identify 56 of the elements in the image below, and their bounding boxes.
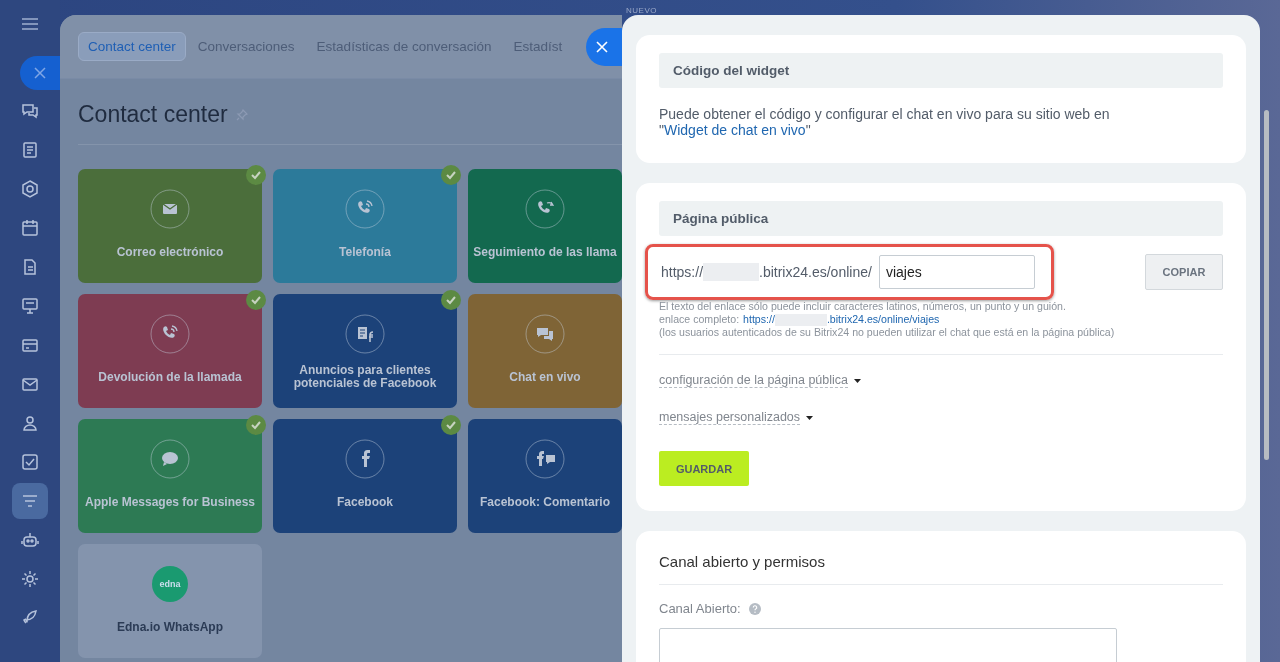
dropdown-toggle[interactable]: configuración de la página pública xyxy=(659,373,862,389)
chat-icon xyxy=(21,102,39,120)
note-text: (los usuarios autenticados de su Bitrix24 no pueden utilizar el chat que está en la página pública) xyxy=(659,326,1115,340)
channel-tile[interactable]: Chat en vivo xyxy=(468,294,622,408)
caret-icon xyxy=(806,415,814,420)
robot-icon xyxy=(21,531,39,549)
board-icon xyxy=(21,297,39,315)
section-header: Código del widget xyxy=(659,53,1223,88)
widget-description: Puede obtener el código y configurar el chat en vivo para su sitio web en "Widget de chat en vivo" xyxy=(659,106,1111,138)
document-f-icon xyxy=(345,314,385,354)
chat-bubbles-icon xyxy=(525,314,565,354)
help-icon[interactable] xyxy=(748,602,761,615)
phone-arrows-icon xyxy=(525,189,565,229)
channel-tile[interactable]: edna Edna.io WhatsApp xyxy=(78,544,262,658)
envelope-icon xyxy=(150,189,190,229)
page-icon xyxy=(21,258,39,276)
filter-icon xyxy=(21,492,39,510)
edna-logo: edna xyxy=(152,566,188,602)
section-header: Página pública xyxy=(659,201,1223,236)
hint-text: El texto del enlace sólo puede incluir caracteres latinos, números, un punto y un guión. xyxy=(659,300,1066,313)
facebook-comment-icon xyxy=(525,439,565,479)
channel-tile[interactable]: Seguimiento de las llama xyxy=(468,169,622,283)
settings-icon xyxy=(21,570,39,588)
full-link-label: enlace completo: xyxy=(659,313,740,327)
people-icon xyxy=(21,414,39,432)
url-prefix: https:// xyxy=(661,264,704,280)
caret-icon xyxy=(854,378,862,383)
phone-icon xyxy=(150,314,190,354)
widget-link[interactable]: Widget de chat en vivo xyxy=(664,122,806,138)
card-icon xyxy=(21,336,39,354)
tab[interactable]: Contact center xyxy=(78,32,186,61)
document-icon xyxy=(21,141,39,159)
scrollbar[interactable] xyxy=(1264,110,1269,460)
channel-tile[interactable]: Facebook: Comentario xyxy=(468,419,622,533)
checkbox-icon xyxy=(21,453,39,471)
copy-button[interactable]: COPIAR xyxy=(1145,254,1223,290)
dropdown-toggle[interactable]: mensajes personalizados xyxy=(659,410,814,426)
field-label: Canal Abierto: xyxy=(659,601,741,617)
new-label: NUEVO xyxy=(626,6,657,15)
hexagon-icon xyxy=(21,180,39,198)
url-suffix: .bitrix24.es/online/ xyxy=(759,264,872,280)
close-button[interactable] xyxy=(20,56,60,90)
section-title: Canal abierto y permisos xyxy=(659,553,826,571)
facebook-icon xyxy=(345,439,385,479)
close-icon xyxy=(596,41,608,53)
slug-input[interactable]: viajes xyxy=(878,255,1035,289)
select-field[interactable] xyxy=(659,628,1117,662)
sidebar-item[interactable] xyxy=(12,483,48,519)
phone-icon xyxy=(345,189,385,229)
calendar-icon xyxy=(21,219,39,237)
speech-bubble-icon xyxy=(150,439,190,479)
menu-button[interactable] xyxy=(20,16,40,32)
page-title: Contact center xyxy=(78,101,228,128)
mail-icon xyxy=(21,375,39,393)
save-button[interactable]: GUARDAR xyxy=(659,451,749,487)
full-link[interactable]: https:// .bitrix24.es/online/viajes xyxy=(743,313,940,327)
